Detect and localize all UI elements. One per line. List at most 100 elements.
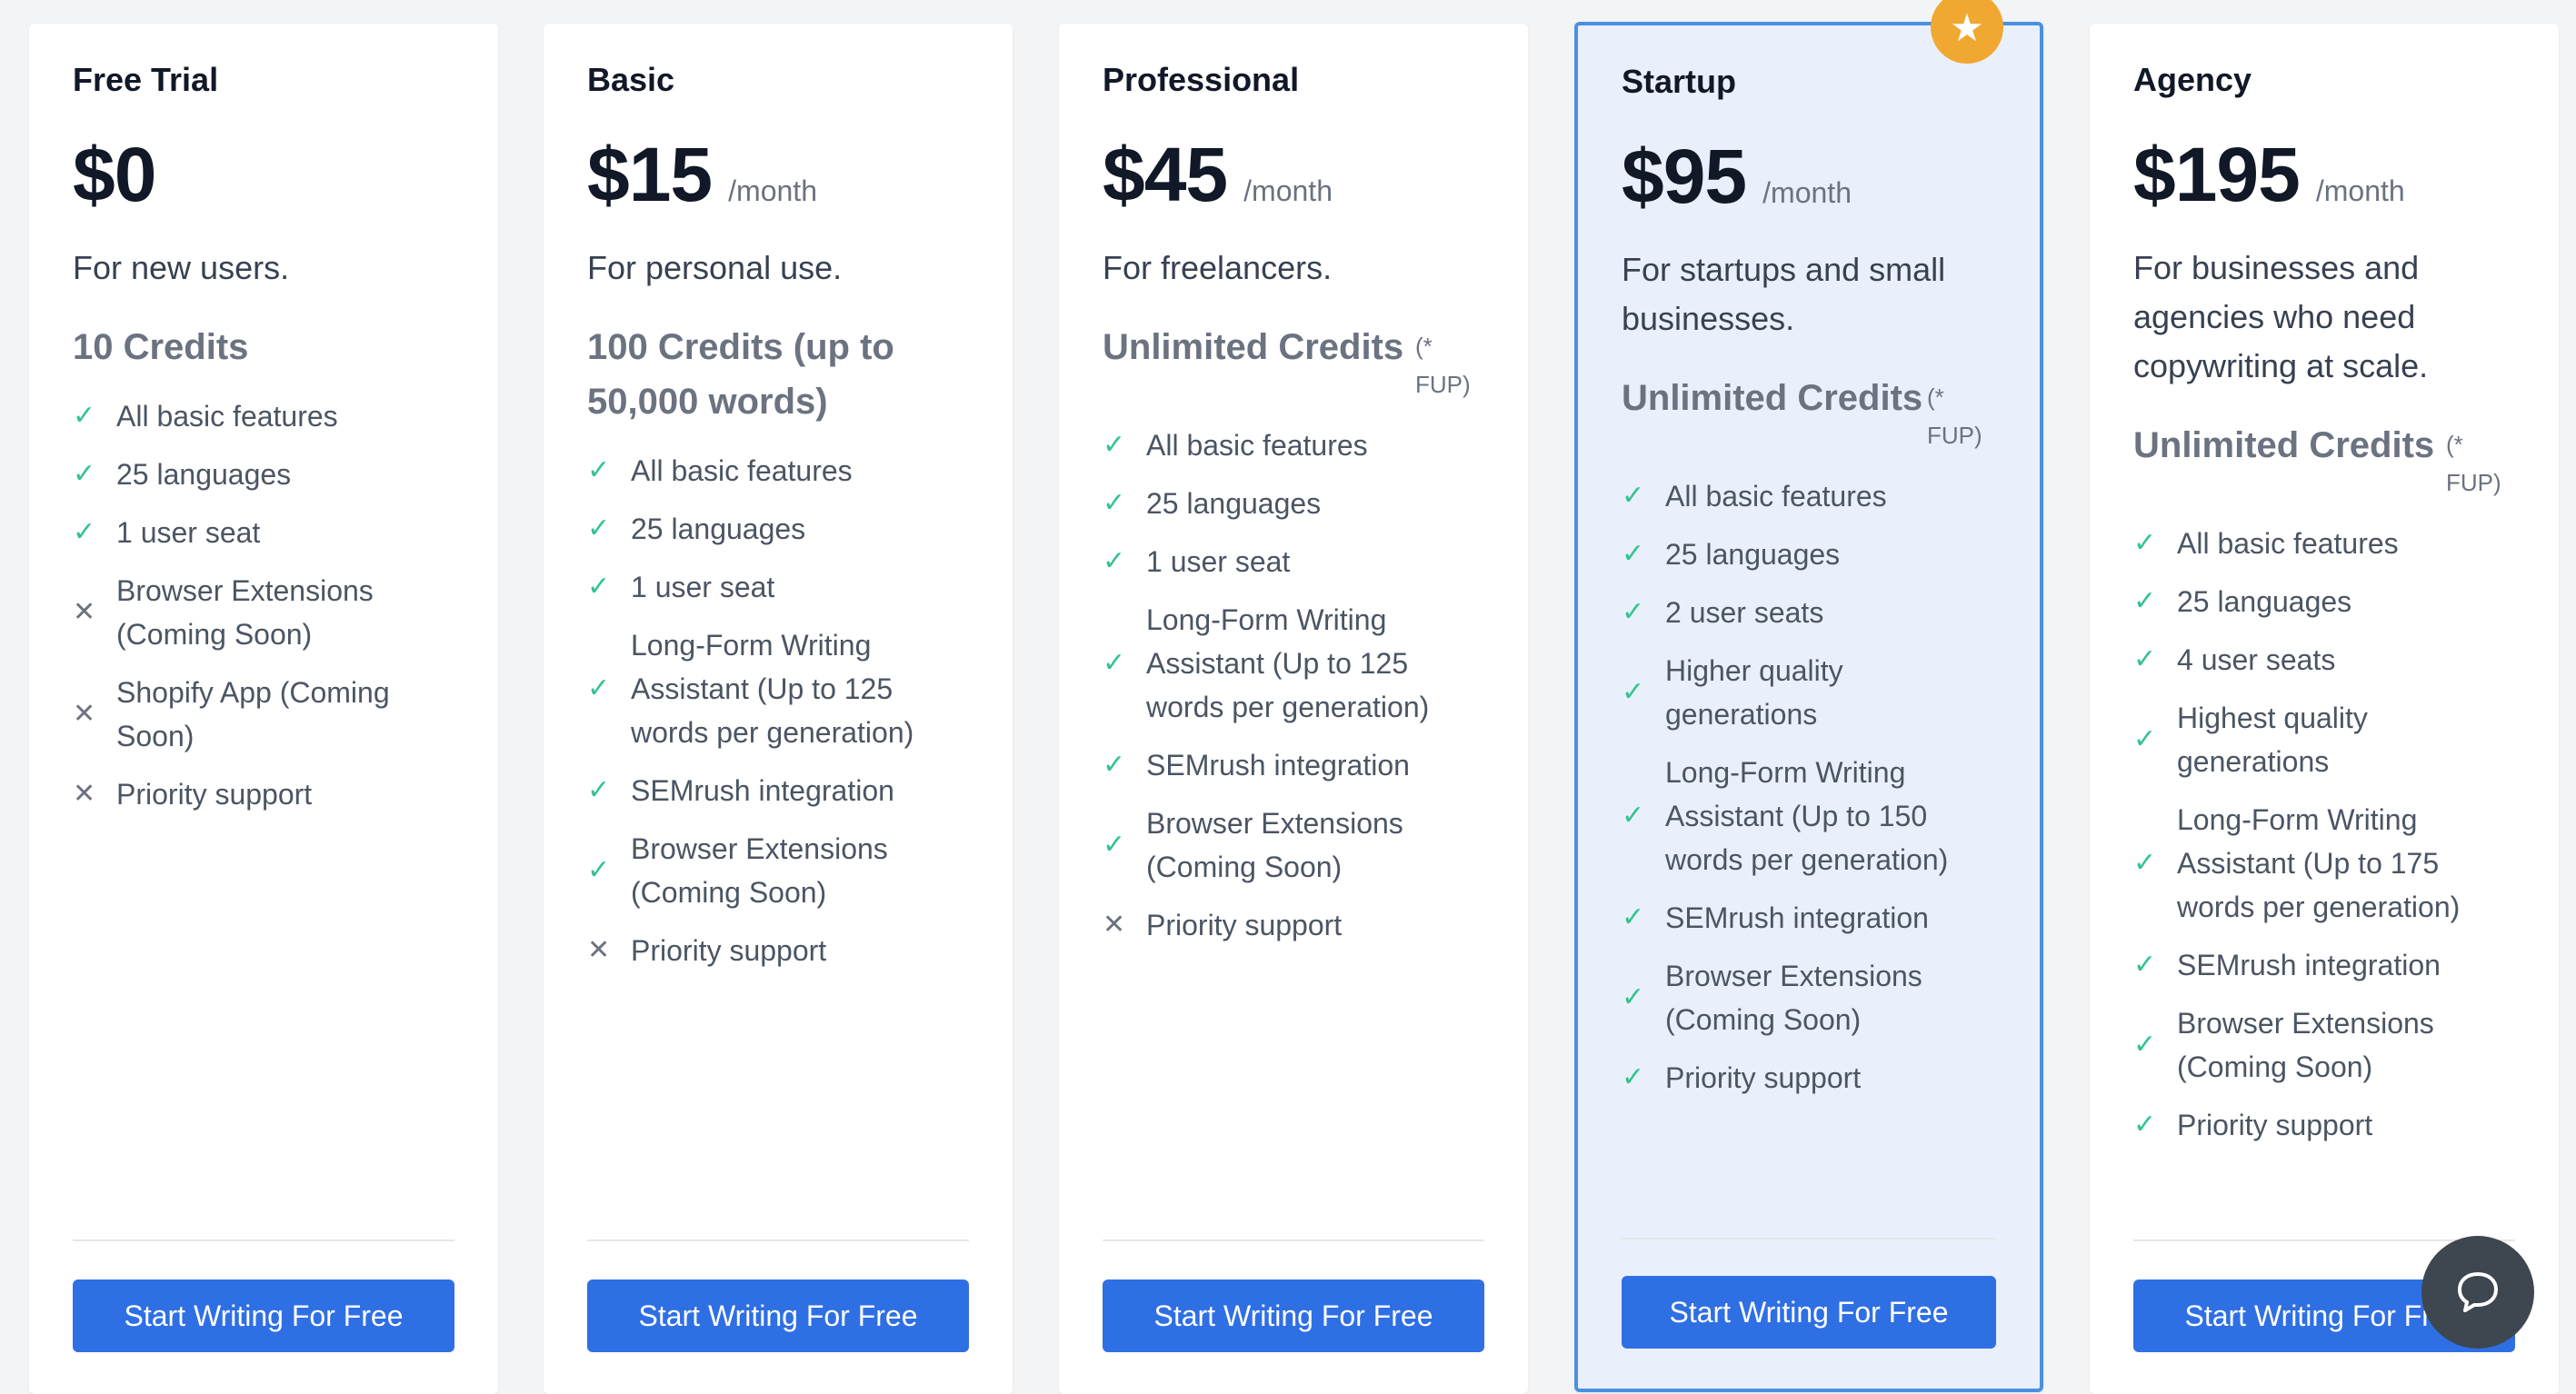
plan-card-startup: Startup $95/month For startups and small b…: [1574, 22, 2043, 1392]
chat-widget-button[interactable]: [2421, 1236, 2534, 1349]
check-icon: ✓: [73, 401, 96, 431]
feature-item: ✓ All basic features: [2133, 522, 2515, 565]
feature-text: Long-Form Writing Assistant (Up to 125 w…: [1146, 603, 1430, 723]
feature-item: ✕ Shopify App (Coming Soon): [73, 671, 454, 758]
feature-item: ✓ 1 user seat: [587, 565, 969, 609]
feature-item: ✓ 2 user seats: [1622, 591, 1996, 634]
feature-item: ✓ Highest quality generations: [2133, 696, 2515, 783]
start-writing-button[interactable]: Start Writing For Free: [587, 1279, 969, 1352]
plan-card-free-trial: Free Trial $0 For new users. 10 Credits ✓ All…: [29, 24, 498, 1394]
feature-item: ✓ 1 user seat: [73, 511, 454, 554]
feature-list: ✓ All basic features ✓ 25 languages ✓ 1 user …: [587, 449, 969, 972]
feature-text: 25 languages: [1665, 538, 1841, 571]
feature-item: ✓ Higher quality generations: [1622, 649, 1996, 736]
feature-text: 2 user seats: [1665, 596, 1824, 629]
plan-price: $195: [2133, 132, 2301, 217]
check-icon: ✓: [587, 572, 611, 602]
check-icon: ✓: [1103, 648, 1126, 678]
feature-item: ✓ Long-Form Writing Assistant (Up to 150 …: [1622, 751, 1996, 881]
check-icon: ✓: [73, 459, 96, 489]
feature-item: ✓ 25 languages: [2133, 580, 2515, 623]
divider: [73, 1240, 454, 1241]
fup-note: (* FUP): [2446, 431, 2501, 496]
feature-text: Shopify App (Coming Soon): [116, 676, 390, 752]
plan-price: $0: [73, 132, 156, 217]
feature-text: 1 user seat: [1146, 545, 1291, 578]
feature-item: ✓ All basic features: [73, 394, 454, 438]
plan-name: Agency: [2133, 61, 2252, 98]
feature-text: All basic features: [631, 454, 853, 487]
feature-text: 1 user seat: [116, 516, 261, 549]
divider: [1622, 1238, 1996, 1240]
feature-item: ✓ Browser Extensions (Coming Soon): [2133, 1001, 2515, 1089]
feature-item: ✓ 25 languages: [73, 453, 454, 496]
check-icon: ✓: [1622, 1062, 1645, 1092]
feature-item: ✓ All basic features: [1622, 474, 1996, 518]
plan-period: /month: [2315, 174, 2405, 207]
check-icon: ✓: [587, 455, 611, 485]
feature-item: ✓ Priority support: [1622, 1056, 1996, 1100]
x-icon: ✕: [73, 779, 96, 809]
feature-text: Long-Form Writing Assistant (Up to 150 w…: [1665, 756, 1949, 876]
divider: [587, 1240, 969, 1241]
chat-icon: [2458, 1272, 2498, 1312]
start-writing-button[interactable]: Start Writing For Free: [1622, 1276, 1996, 1349]
feature-list: ✓ All basic features ✓ 25 languages ✓ 1 user …: [1103, 423, 1484, 947]
feature-text: Browser Extensions (Coming Soon): [116, 574, 374, 651]
feature-list: ✓ All basic features ✓ 25 languages ✓ 4 user …: [2133, 522, 2515, 1147]
plan-period: /month: [1243, 174, 1333, 207]
feature-item: ✓ SEMrush integration: [2133, 943, 2515, 987]
start-writing-button[interactable]: Start Writing For Free: [73, 1279, 454, 1352]
feature-item: ✓ SEMrush integration: [587, 769, 969, 812]
price-row: $15/month: [587, 131, 969, 218]
feature-text: Priority support: [2177, 1109, 2373, 1141]
check-icon: ✓: [2133, 644, 2157, 674]
feature-list: ✓ All basic features ✓ 25 languages ✓ 2 user …: [1622, 474, 1996, 1100]
plan-card-basic: Basic $15/month For personal use. 100 Credi…: [544, 24, 1013, 1394]
feature-item: ✓ Long-Form Writing Assistant (Up to 125 …: [1103, 598, 1484, 729]
feature-text: SEMrush integration: [2177, 949, 2441, 981]
plan-price: $15: [587, 132, 713, 217]
feature-text: 25 languages: [1146, 487, 1322, 520]
feature-text: Browser Extensions (Coming Soon): [631, 832, 888, 909]
feature-item: ✓ Browser Extensions (Coming Soon): [1103, 802, 1484, 889]
check-icon: ✓: [2133, 1030, 2157, 1060]
feature-item: ✓ SEMrush integration: [1103, 743, 1484, 787]
feature-text: All basic features: [2177, 527, 2399, 560]
plan-description: For freelancers.: [1103, 249, 1333, 286]
check-icon: ✓: [1622, 902, 1645, 932]
plan-credits: Unlimited Credits: [1622, 378, 1923, 418]
feature-item: ✓ 4 user seats: [2133, 638, 2515, 682]
start-writing-button[interactable]: Start Writing For Free: [1103, 1279, 1484, 1352]
plan-period: /month: [728, 174, 817, 207]
fup-note: (* FUP): [1415, 333, 1471, 398]
feature-item: ✓ Long-Form Writing Assistant (Up to 175 …: [2133, 798, 2515, 929]
price-row: $195/month: [2133, 131, 2515, 218]
plan-price: $95: [1622, 134, 1747, 219]
check-icon: ✓: [1622, 597, 1645, 627]
plan-credits: 100 Credits (up to 50,000 words): [587, 327, 894, 422]
check-icon: ✓: [1622, 539, 1645, 569]
feature-text: Priority support: [1146, 909, 1343, 941]
feature-text: Priority support: [116, 778, 313, 811]
plan-price: $45: [1103, 132, 1228, 217]
plan-credits: Unlimited Credits: [2133, 425, 2435, 465]
credits-row: 10 Credits: [73, 320, 454, 374]
feature-item: ✓ Long-Form Writing Assistant (Up to 125 …: [587, 623, 969, 754]
check-icon: ✓: [1622, 982, 1645, 1012]
feature-text: 25 languages: [2177, 585, 2352, 618]
feature-item: ✕ Priority support: [73, 772, 454, 816]
feature-text: Highest quality generations: [2177, 702, 2368, 778]
credits-row: Unlimited Credits (* FUP): [1103, 320, 1484, 403]
feature-item: ✓ 25 languages: [587, 507, 969, 551]
feature-text: 25 languages: [116, 458, 292, 491]
x-icon: ✕: [587, 935, 611, 965]
feature-text: Priority support: [631, 934, 827, 967]
check-icon: ✓: [1103, 830, 1126, 860]
check-icon: ✓: [1103, 430, 1126, 460]
credits-row: 100 Credits (up to 50,000 words): [587, 320, 969, 429]
check-icon: ✓: [587, 775, 611, 805]
feature-text: All basic features: [1146, 429, 1368, 462]
price-row: $0: [73, 131, 454, 218]
plan-description: For startups and small businesses.: [1622, 251, 1946, 337]
